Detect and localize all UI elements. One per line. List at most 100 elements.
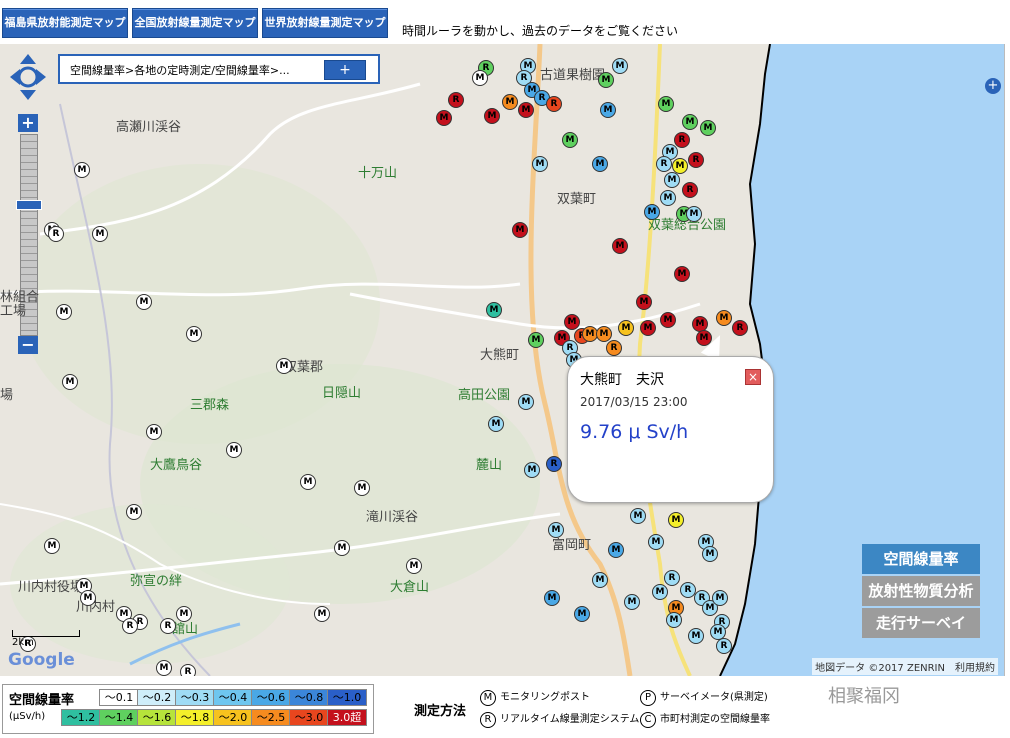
- measurement-marker[interactable]: M: [664, 172, 680, 188]
- measurement-marker[interactable]: M: [126, 504, 142, 520]
- map-canvas[interactable]: 空間線量率>各地の定時測定/空間線量率>... + + − + 高瀬川渓谷 十万…: [0, 44, 1005, 676]
- measurement-marker[interactable]: M: [660, 312, 676, 328]
- measurement-marker[interactable]: M: [156, 660, 172, 676]
- measurement-marker[interactable]: M: [674, 266, 690, 282]
- measurement-marker[interactable]: M: [92, 226, 108, 242]
- measurement-marker[interactable]: R: [682, 182, 698, 198]
- measurement-marker[interactable]: M: [630, 508, 646, 524]
- measurement-marker[interactable]: M: [686, 206, 702, 222]
- measurement-marker[interactable]: M: [612, 58, 628, 74]
- measurement-marker[interactable]: M: [562, 132, 578, 148]
- measurement-marker[interactable]: M: [186, 326, 202, 342]
- measurement-marker[interactable]: M: [624, 594, 640, 610]
- measurement-marker[interactable]: M: [612, 238, 628, 254]
- measurement-marker[interactable]: M: [618, 320, 634, 336]
- fukushima-map-button[interactable]: 福島県放射能測定マップ: [2, 8, 128, 38]
- add-layer-button[interactable]: +: [324, 60, 366, 80]
- measurement-marker[interactable]: M: [648, 534, 664, 550]
- measurement-marker[interactable]: M: [548, 522, 564, 538]
- measurement-marker[interactable]: M: [682, 114, 698, 130]
- measurement-marker[interactable]: R: [160, 618, 176, 634]
- measurement-marker[interactable]: R: [732, 320, 748, 336]
- measurement-marker[interactable]: M: [518, 394, 534, 410]
- measurement-marker[interactable]: R: [48, 226, 64, 242]
- measurement-marker[interactable]: R: [688, 152, 704, 168]
- measurement-marker[interactable]: M: [532, 156, 548, 172]
- measurement-marker[interactable]: M: [712, 590, 728, 606]
- measurement-marker[interactable]: M: [334, 540, 350, 556]
- measurement-marker[interactable]: R: [674, 132, 690, 148]
- measurement-marker[interactable]: M: [472, 70, 488, 86]
- measurement-marker[interactable]: M: [80, 590, 96, 606]
- measurement-marker[interactable]: M: [574, 606, 590, 622]
- driving-survey-button[interactable]: 走行サーベイ: [862, 608, 980, 638]
- measurement-marker[interactable]: M: [518, 102, 534, 118]
- measurement-marker[interactable]: R: [546, 96, 562, 112]
- radioactive-analysis-button[interactable]: 放射性物質分析: [862, 576, 980, 606]
- measurement-marker[interactable]: M: [528, 332, 544, 348]
- place-label: 三郡森: [190, 398, 230, 413]
- measurement-marker[interactable]: R: [606, 340, 622, 356]
- measurement-marker[interactable]: M: [600, 102, 616, 118]
- measurement-marker[interactable]: M: [640, 320, 656, 336]
- measurement-marker[interactable]: M: [488, 416, 504, 432]
- dose-rate-button[interactable]: 空間線量率: [862, 544, 980, 574]
- measurement-marker[interactable]: M: [354, 480, 370, 496]
- measurement-marker[interactable]: M: [660, 190, 676, 206]
- measurement-marker[interactable]: M: [668, 512, 684, 528]
- measurement-marker[interactable]: M: [636, 294, 652, 310]
- measurement-marker[interactable]: M: [436, 110, 452, 126]
- layer-breadcrumb: 空間線量率>各地の定時測定/空間線量率>... +: [58, 54, 380, 84]
- zoom-thumb[interactable]: [16, 200, 42, 210]
- measurement-marker[interactable]: M: [544, 590, 560, 606]
- measurement-marker[interactable]: M: [502, 94, 518, 110]
- measurement-marker[interactable]: M: [146, 424, 162, 440]
- measurement-marker[interactable]: M: [596, 326, 612, 342]
- measurement-marker[interactable]: M: [564, 314, 580, 330]
- zoom-out-button[interactable]: −: [18, 336, 38, 354]
- measurement-marker[interactable]: M: [56, 304, 72, 320]
- measurement-marker[interactable]: M: [658, 96, 674, 112]
- measurement-marker[interactable]: R: [664, 570, 680, 586]
- measurement-marker[interactable]: M: [486, 302, 502, 318]
- measurement-marker[interactable]: M: [608, 542, 624, 558]
- method-label: モニタリングポスト: [500, 692, 590, 703]
- measurement-marker[interactable]: M: [644, 204, 660, 220]
- measurement-marker[interactable]: R: [180, 664, 196, 676]
- zoom-in-button[interactable]: +: [18, 114, 38, 132]
- measurement-marker[interactable]: R: [448, 92, 464, 108]
- measurement-marker[interactable]: M: [44, 538, 60, 554]
- measurement-marker[interactable]: M: [276, 358, 292, 374]
- measurement-marker[interactable]: M: [716, 310, 732, 326]
- expand-panel-icon[interactable]: +: [985, 78, 1001, 94]
- measurement-marker[interactable]: M: [176, 606, 192, 622]
- measurement-marker[interactable]: M: [652, 584, 668, 600]
- measurement-marker[interactable]: R: [122, 618, 138, 634]
- measurement-marker[interactable]: M: [74, 162, 90, 178]
- measurement-marker[interactable]: M: [62, 374, 78, 390]
- measurement-marker[interactable]: R: [716, 638, 732, 654]
- measurement-marker[interactable]: M: [524, 462, 540, 478]
- measurement-marker[interactable]: M: [700, 120, 716, 136]
- national-map-button[interactable]: 全国放射線量測定マップ: [132, 8, 258, 38]
- measurement-marker[interactable]: R: [656, 156, 672, 172]
- measurement-marker[interactable]: M: [512, 222, 528, 238]
- measurement-marker[interactable]: M: [666, 612, 682, 628]
- measurement-marker[interactable]: M: [592, 156, 608, 172]
- measurement-marker[interactable]: M: [598, 72, 614, 88]
- measurement-marker[interactable]: M: [688, 628, 704, 644]
- measurement-marker[interactable]: M: [226, 442, 242, 458]
- place-label: 高田公園: [458, 388, 511, 403]
- pan-control-icon[interactable]: [10, 54, 46, 100]
- close-icon[interactable]: ×: [745, 369, 761, 385]
- measurement-marker[interactable]: M: [406, 558, 422, 574]
- world-map-button[interactable]: 世界放射線量測定マップ: [262, 8, 388, 38]
- measurement-marker[interactable]: M: [592, 572, 608, 588]
- measurement-marker[interactable]: M: [300, 474, 316, 490]
- measurement-marker[interactable]: R: [546, 456, 562, 472]
- measurement-marker[interactable]: M: [484, 108, 500, 124]
- measurement-marker[interactable]: M: [136, 294, 152, 310]
- map-credits[interactable]: 地図データ ©2017 ZENRIN 利用規約: [812, 658, 998, 675]
- measurement-marker[interactable]: M: [314, 606, 330, 622]
- measurement-marker[interactable]: M: [702, 546, 718, 562]
